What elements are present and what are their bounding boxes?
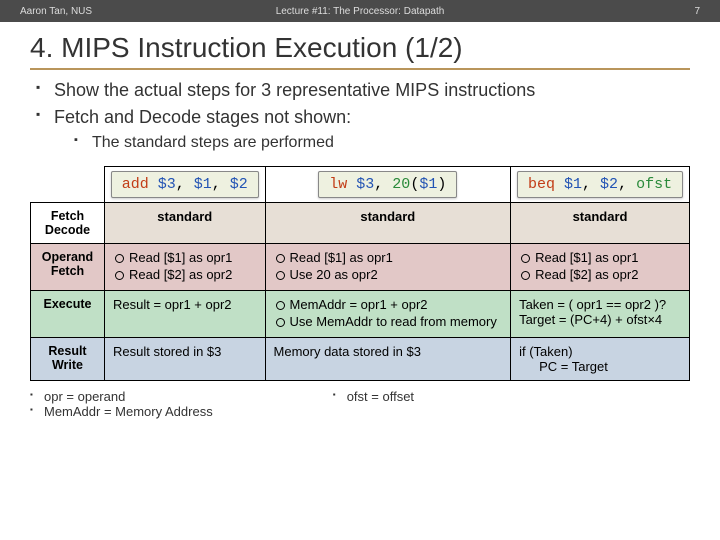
slide-header: Aaron Tan, NUS Lecture #11: The Processo…	[0, 0, 720, 22]
table-row-operand-fetch: Operand Fetch Read [$1] as opr1 Read [$2…	[31, 244, 690, 291]
cell-instr-beq: beq $1, $2, ofst	[511, 167, 690, 203]
cell-instr-add: add $3, $1, $2	[105, 167, 266, 203]
instr-box-beq: beq $1, $2, ofst	[517, 171, 683, 198]
bullet-fetch-decode-text: Fetch and Decode stages not shown:	[54, 107, 351, 127]
bullet-list: Show the actual steps for 3 representati…	[30, 80, 690, 152]
header-title: Lecture #11: The Processor: Datapath	[276, 6, 445, 17]
table-row-instructions: add $3, $1, $2 lw $3, 20($1) beq $1, $2,	[31, 167, 690, 203]
cell-std-lw: standard	[265, 203, 511, 244]
cell-opf-beq: Read [$1] as opr1 Read [$2] as opr2	[511, 244, 690, 291]
cell-exe-beq: Taken = ( opr1 == opr2 )? Target = (PC+4…	[511, 290, 690, 337]
footnote-ofst: ofst = offset	[333, 389, 414, 404]
header-author: Aaron Tan, NUS	[20, 6, 92, 17]
header-page-number: 7	[694, 6, 700, 17]
stage-execute: Execute	[31, 290, 105, 337]
cell-exe-lw: MemAddr = opr1 + opr2 Use MemAddr to rea…	[265, 290, 511, 337]
title-divider	[30, 68, 690, 70]
instr-box-lw: lw $3, 20($1)	[318, 171, 457, 198]
section-title: 4. MIPS Instruction Execution (1/2)	[30, 32, 690, 64]
cell-rw-add: Result stored in $3	[105, 337, 266, 380]
table-row-execute: Execute Result = opr1 + opr2 MemAddr = o…	[31, 290, 690, 337]
stage-operand-fetch: Operand Fetch	[31, 244, 105, 291]
cell-rw-lw: Memory data stored in $3	[265, 337, 511, 380]
corner-cell	[31, 167, 105, 203]
cell-rw-beq: if (Taken) PC = Target	[511, 337, 690, 380]
bullet-fetch-decode: Fetch and Decode stages not shown: The s…	[36, 107, 690, 152]
cell-std-beq: standard	[511, 203, 690, 244]
instr-box-add: add $3, $1, $2	[111, 171, 259, 198]
table-row-result-write: Result Write Result stored in $3 Memory …	[31, 337, 690, 380]
footnotes: opr = operand MemAddr = Memory Address o…	[30, 389, 690, 419]
stage-fetch-decode: Fetch Decode	[31, 203, 105, 244]
cell-opf-lw: Read [$1] as opr1 Use 20 as opr2	[265, 244, 511, 291]
subbullet-standard-steps: The standard steps are performed	[74, 134, 690, 152]
table-row-fetch-decode: Fetch Decode standard standard standard	[31, 203, 690, 244]
stage-result-write: Result Write	[31, 337, 105, 380]
cell-opf-add: Read [$1] as opr1 Read [$2] as opr2	[105, 244, 266, 291]
bullet-show-steps: Show the actual steps for 3 representati…	[36, 80, 690, 101]
footnote-opr: opr = operand	[30, 389, 213, 404]
cell-exe-add: Result = opr1 + opr2	[105, 290, 266, 337]
cell-instr-lw: lw $3, 20($1)	[265, 167, 511, 203]
cell-std-add: standard	[105, 203, 266, 244]
execution-table: add $3, $1, $2 lw $3, 20($1) beq $1, $2,	[30, 166, 690, 381]
slide-body: 4. MIPS Instruction Execution (1/2) Show…	[0, 22, 720, 419]
footnote-memaddr: MemAddr = Memory Address	[30, 404, 213, 419]
